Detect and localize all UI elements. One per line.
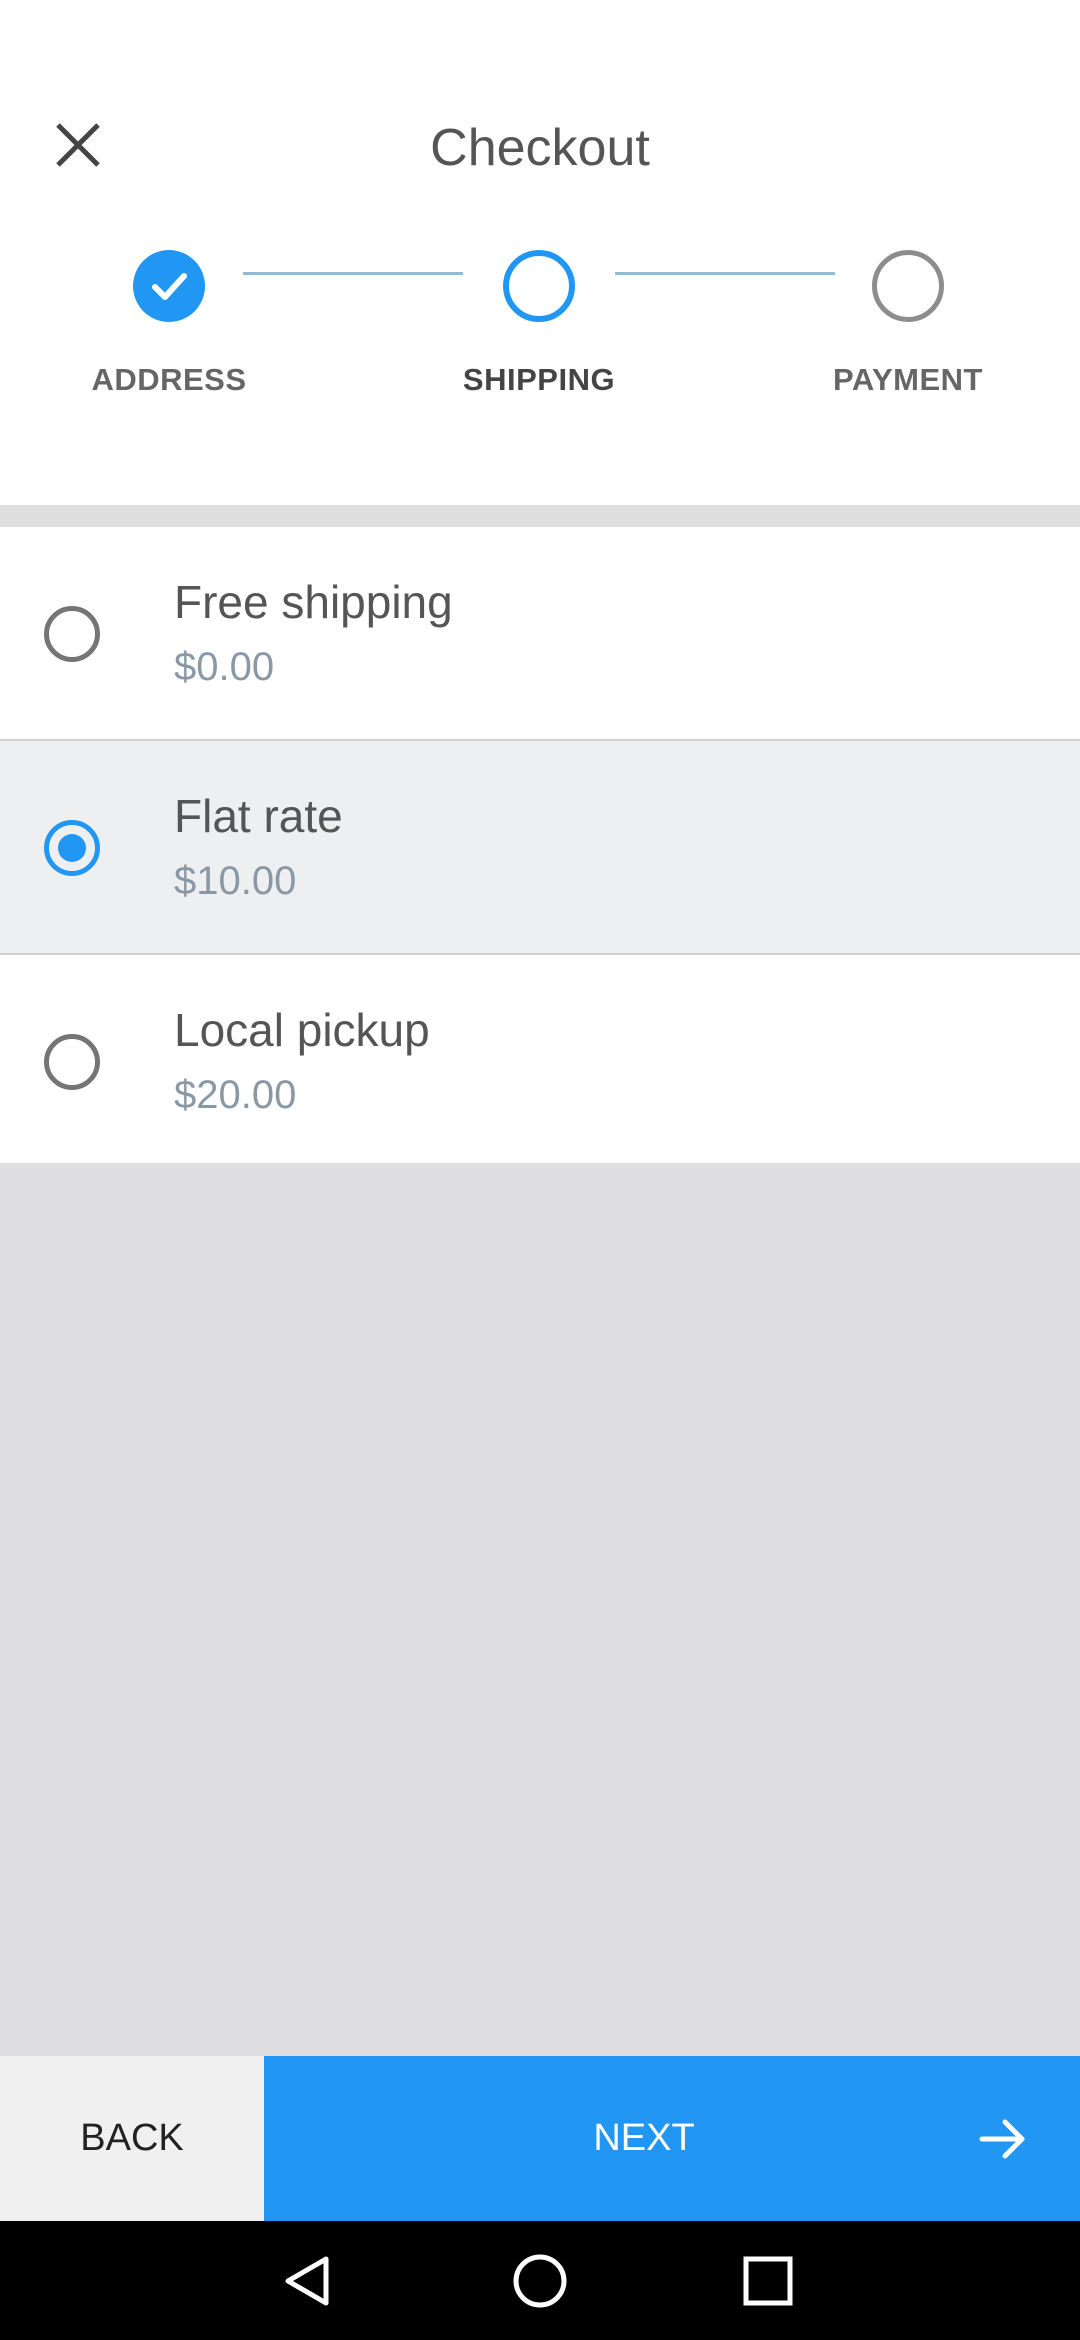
shipping-options-list: Free shipping $0.00 Flat rate $10.00 Loc… bbox=[0, 527, 1080, 1169]
nav-back-icon bbox=[285, 2256, 329, 2305]
nav-home-button[interactable] bbox=[480, 2221, 600, 2340]
shipping-option-name: Flat rate bbox=[174, 790, 343, 842]
step-address-indicator[interactable] bbox=[133, 250, 205, 322]
nav-home-icon bbox=[513, 2254, 567, 2307]
step-shipping-indicator[interactable] bbox=[503, 250, 575, 322]
shipping-option-flat-rate[interactable]: Flat rate $10.00 bbox=[0, 741, 1080, 955]
checkout-stepper: ADDRESS SHIPPING PAYMENT bbox=[0, 240, 1080, 410]
step-shipping-label: SHIPPING bbox=[462, 362, 616, 397]
radio-button[interactable] bbox=[44, 606, 100, 662]
system-navigation-bar bbox=[0, 2221, 1080, 2340]
shipping-option-free[interactable]: Free shipping $0.00 bbox=[0, 527, 1080, 741]
shipping-option-price: $0.00 bbox=[174, 645, 275, 689]
checkout-header: Checkout ADDRESS SHIPPING PAYMENT bbox=[0, 0, 1080, 505]
next-button[interactable]: NEXT bbox=[264, 2056, 1080, 2221]
next-button-label: NEXT bbox=[593, 2117, 695, 2159]
step-payment-label: PAYMENT bbox=[833, 362, 983, 397]
page-title: Checkout bbox=[430, 119, 650, 177]
arrow-right-icon bbox=[979, 2119, 1025, 2159]
check-icon bbox=[152, 273, 187, 300]
step-address-label: ADDRESS bbox=[91, 362, 247, 397]
shipping-option-local-pickup[interactable]: Local pickup $20.00 bbox=[0, 955, 1080, 1169]
shipping-option-name: Free shipping bbox=[174, 576, 453, 628]
section-divider bbox=[0, 505, 1080, 527]
shipping-option-price: $10.00 bbox=[174, 859, 297, 903]
bottom-action-bar: BACK NEXT bbox=[0, 2056, 1080, 2221]
nav-back-button[interactable] bbox=[248, 2221, 368, 2340]
empty-content-area bbox=[0, 1163, 1080, 2056]
shipping-option-price: $20.00 bbox=[174, 1073, 297, 1117]
step-connector-2 bbox=[615, 272, 835, 275]
nav-recents-button[interactable] bbox=[708, 2221, 828, 2340]
nav-recents-icon bbox=[743, 2256, 793, 2305]
radio-button-selected[interactable] bbox=[44, 820, 100, 876]
shipping-option-name: Local pickup bbox=[174, 1004, 430, 1056]
step-connector-1 bbox=[243, 272, 463, 275]
back-button[interactable]: BACK bbox=[0, 2056, 264, 2221]
radio-button[interactable] bbox=[44, 1034, 100, 1090]
step-payment-indicator[interactable] bbox=[872, 250, 944, 322]
